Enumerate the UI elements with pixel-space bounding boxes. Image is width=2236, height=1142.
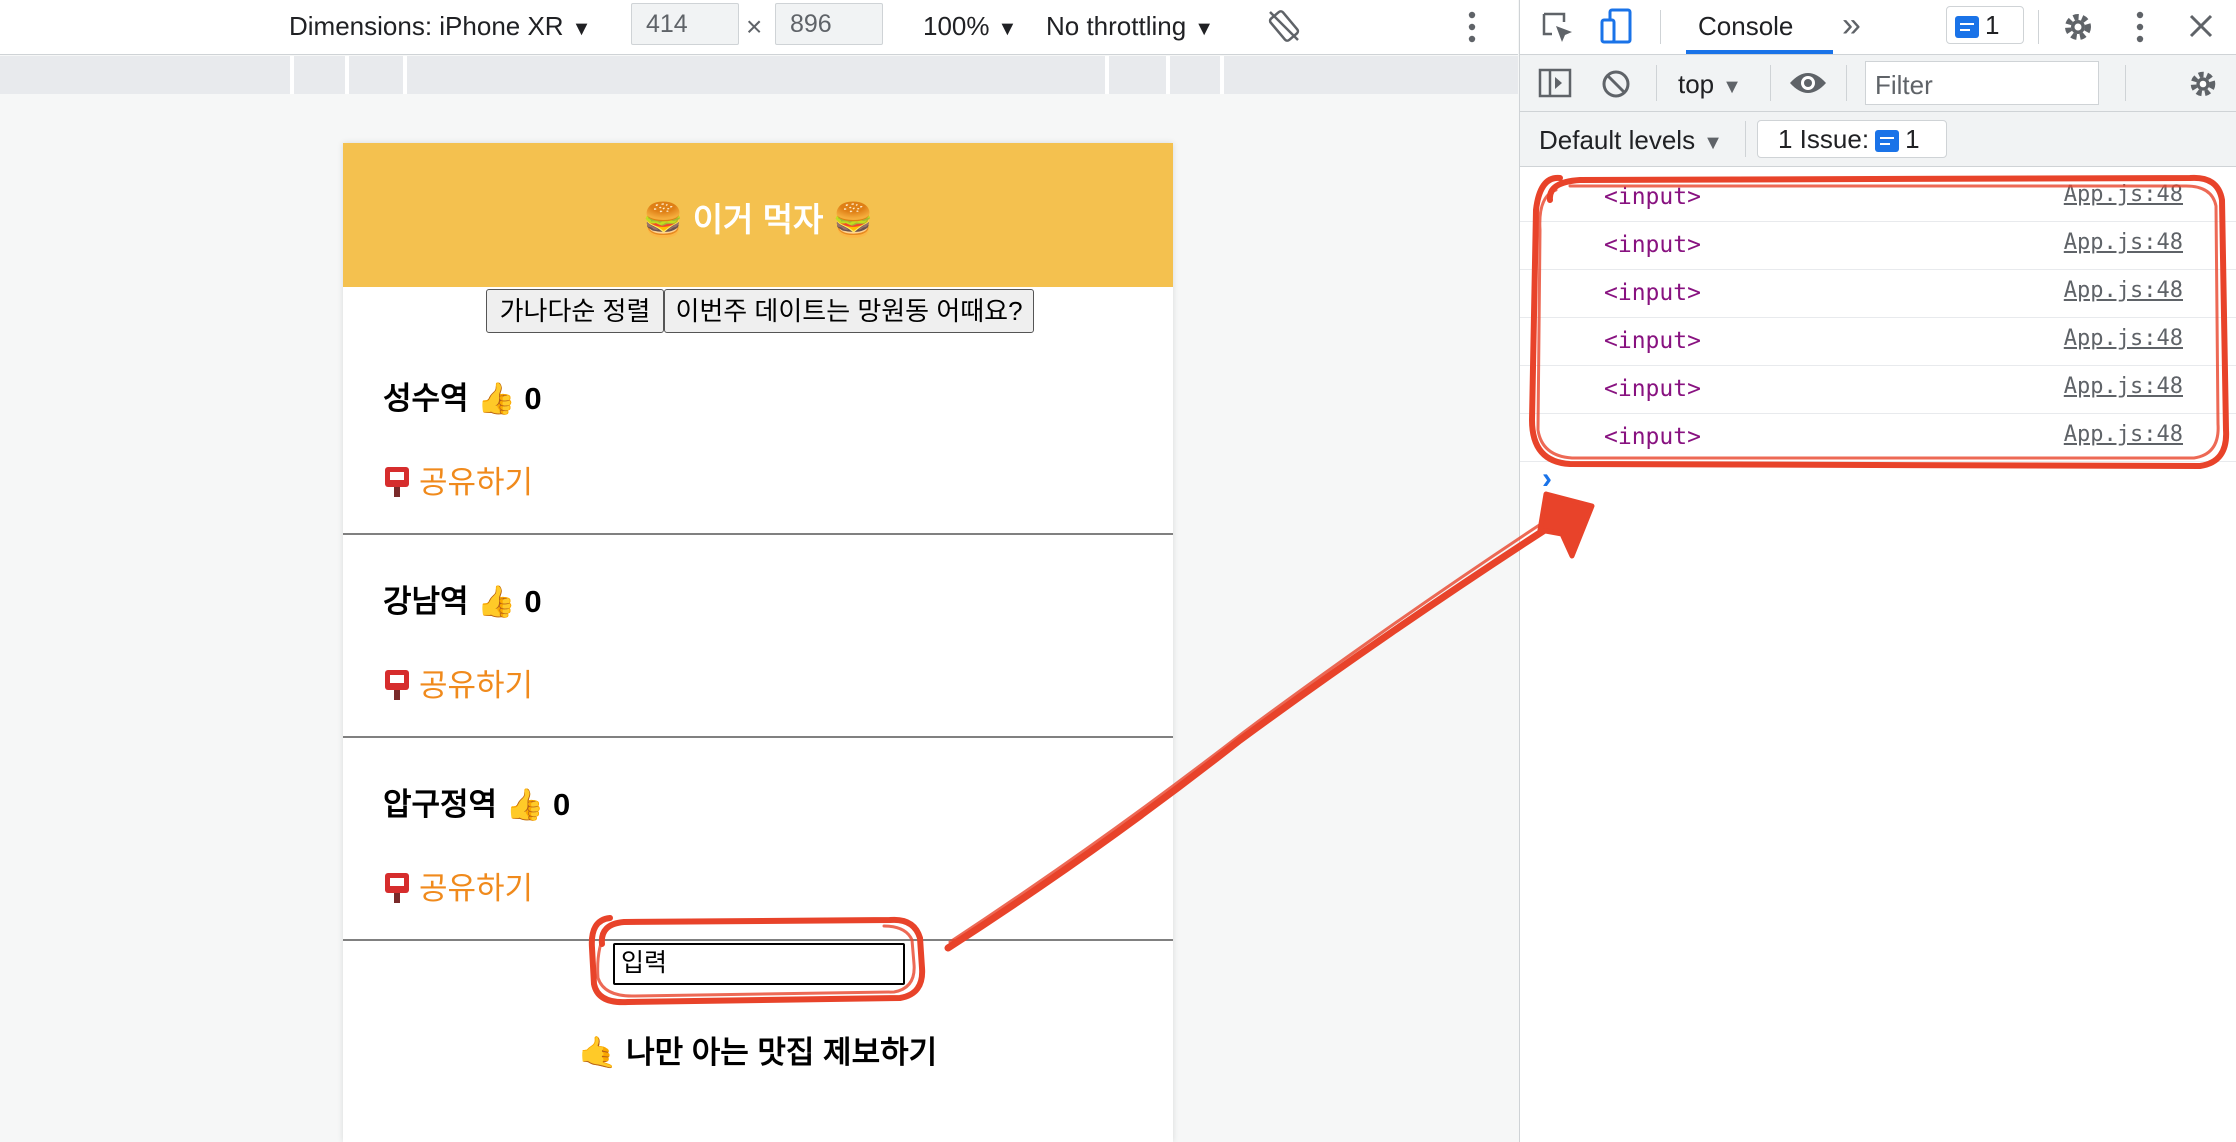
rotate-icon[interactable]: [1266, 8, 1302, 44]
zoom-label: 100%: [923, 11, 990, 41]
log-message[interactable]: <input>: [1604, 328, 1701, 354]
device-select-label: Dimensions: iPhone XR: [289, 11, 564, 41]
media-query-ruler[interactable]: [0, 56, 1518, 94]
like-icon[interactable]: 👍: [477, 584, 516, 619]
console-toolbar: top ▼ Filter: [1520, 55, 2236, 112]
zoom-select[interactable]: 100% ▼: [923, 13, 1017, 42]
filter-placeholder: Filter: [1875, 70, 1933, 100]
log-source-link[interactable]: App.js:48: [2064, 278, 2183, 303]
caret-down-icon: ▼: [1722, 76, 1742, 98]
console-prompt[interactable]: ›: [1542, 462, 1552, 496]
caret-down-icon: ▼: [997, 18, 1018, 40]
item-title: 강남역 👍 0: [383, 576, 542, 621]
item-name: 압구정역: [383, 787, 498, 822]
item-name: 강남역: [383, 584, 469, 619]
throttling-label: No throttling: [1046, 11, 1187, 41]
issues-badge-count: 1: [1985, 10, 2000, 40]
console-settings-icon[interactable]: [2186, 67, 2220, 101]
caret-down-icon: ▼: [1703, 132, 1723, 154]
mailbox-icon: [383, 464, 411, 506]
share-link[interactable]: 공유하기: [383, 863, 533, 912]
levels-select[interactable]: Default levels ▼: [1539, 125, 1723, 156]
width-input[interactable]: 414: [631, 3, 739, 45]
console-log-row: <input> App.js:48: [1520, 174, 2236, 222]
log-message[interactable]: <input>: [1604, 184, 1701, 210]
issues-badge[interactable]: 1: [1946, 6, 2024, 44]
share-link[interactable]: 공유하기: [383, 457, 533, 506]
tab-console[interactable]: Console: [1698, 11, 1793, 42]
log-message[interactable]: <input>: [1604, 376, 1701, 402]
devtools-tabbar: Console » 1: [1520, 0, 2236, 55]
like-count: 0: [524, 381, 542, 416]
caret-down-icon: ▼: [571, 18, 592, 40]
log-message[interactable]: <input>: [1604, 280, 1701, 306]
clear-console-icon[interactable]: [1600, 68, 1632, 100]
divider: [343, 736, 1173, 738]
vertical-dots-icon[interactable]: [1466, 10, 1478, 44]
item-title: 압구정역 👍 0: [383, 779, 570, 824]
issues-count: 1: [1905, 124, 1920, 154]
console-levels-bar: Default levels ▼ 1 Issue: 1: [1520, 112, 2236, 167]
device-toggle-icon[interactable]: [1598, 8, 1634, 46]
like-count: 0: [524, 584, 542, 619]
share-label: 공유하기: [419, 465, 534, 500]
phone-viewport: 🍔 이거 먹자 🍔 가나다순 정렬 이번주 데이트는 망원동 어때요? 성수역 …: [343, 143, 1173, 1142]
context-select[interactable]: top ▼: [1678, 69, 1742, 100]
issues-label: 1 Issue:: [1778, 124, 1870, 154]
message-icon: [1955, 16, 1979, 39]
log-source-link[interactable]: App.js:48: [2064, 230, 2183, 255]
console-log-row: <input> App.js:48: [1520, 318, 2236, 366]
eye-icon[interactable]: [1788, 69, 1828, 97]
console-log-row: <input> App.js:48: [1520, 222, 2236, 270]
like-count: 0: [552, 787, 571, 822]
devtools-panel: Console » 1 top ▼ Filter Default levels …: [1519, 0, 2236, 1142]
share-link[interactable]: 공유하기: [383, 660, 533, 709]
log-source-link[interactable]: App.js:48: [2064, 182, 2183, 207]
console-log-row: <input> App.js:48: [1520, 366, 2236, 414]
log-source-link[interactable]: App.js:48: [2064, 326, 2183, 351]
tab-active-indicator: [1686, 50, 1833, 54]
device-toolbar: Dimensions: iPhone XR ▼ 414 × 896 100% ▼ N…: [0, 0, 1518, 55]
sort-button[interactable]: 가나다순 정렬: [486, 289, 664, 333]
inspect-element-icon[interactable]: [1540, 10, 1576, 46]
console-log-row: <input> App.js:48: [1520, 414, 2236, 462]
item-title: 성수역 👍 0: [383, 373, 542, 418]
log-message[interactable]: <input>: [1604, 424, 1701, 450]
divider: [343, 939, 1173, 941]
mailbox-icon: [383, 870, 411, 912]
app-header: 🍔 이거 먹자 🍔: [343, 143, 1173, 287]
message-icon: [1875, 130, 1900, 153]
sidebar-toggle-icon[interactable]: [1538, 68, 1572, 98]
item-name: 성수역: [383, 381, 469, 416]
caret-down-icon: ▼: [1194, 18, 1214, 40]
divider: [343, 533, 1173, 535]
issues-button[interactable]: 1 Issue: 1: [1757, 120, 1947, 158]
share-label: 공유하기: [419, 668, 534, 703]
tip-input[interactable]: 입력: [613, 943, 905, 985]
like-icon[interactable]: 👍: [506, 787, 545, 822]
log-source-link[interactable]: App.js:48: [2064, 374, 2183, 399]
context-label: top: [1678, 69, 1715, 99]
device-select[interactable]: Dimensions: iPhone XR ▼: [289, 13, 591, 42]
chevron-double-right-icon[interactable]: »: [1842, 6, 1861, 45]
console-log-row: <input> App.js:48: [1520, 270, 2236, 318]
share-label: 공유하기: [419, 871, 534, 906]
like-icon[interactable]: 👍: [477, 381, 516, 416]
app-title: 🍔 이거 먹자 🍔: [642, 201, 874, 238]
filter-input[interactable]: Filter: [1865, 61, 2099, 105]
throttling-select[interactable]: No throttling ▼: [1046, 13, 1214, 42]
height-input[interactable]: 896: [775, 3, 883, 45]
mailbox-icon: [383, 667, 411, 709]
times-sign: ×: [746, 11, 763, 42]
close-icon[interactable]: [2186, 11, 2216, 41]
log-message[interactable]: <input>: [1604, 232, 1701, 258]
tip-label: 🤙 나만 아는 맛집 제보하기: [578, 1035, 938, 1070]
date-suggestion-button[interactable]: 이번주 데이트는 망원동 어때요?: [664, 289, 1034, 333]
levels-label: Default levels: [1539, 125, 1696, 155]
log-source-link[interactable]: App.js:48: [2064, 422, 2183, 447]
gear-icon[interactable]: [2060, 9, 2096, 45]
vertical-dots-icon[interactable]: [2134, 10, 2146, 44]
